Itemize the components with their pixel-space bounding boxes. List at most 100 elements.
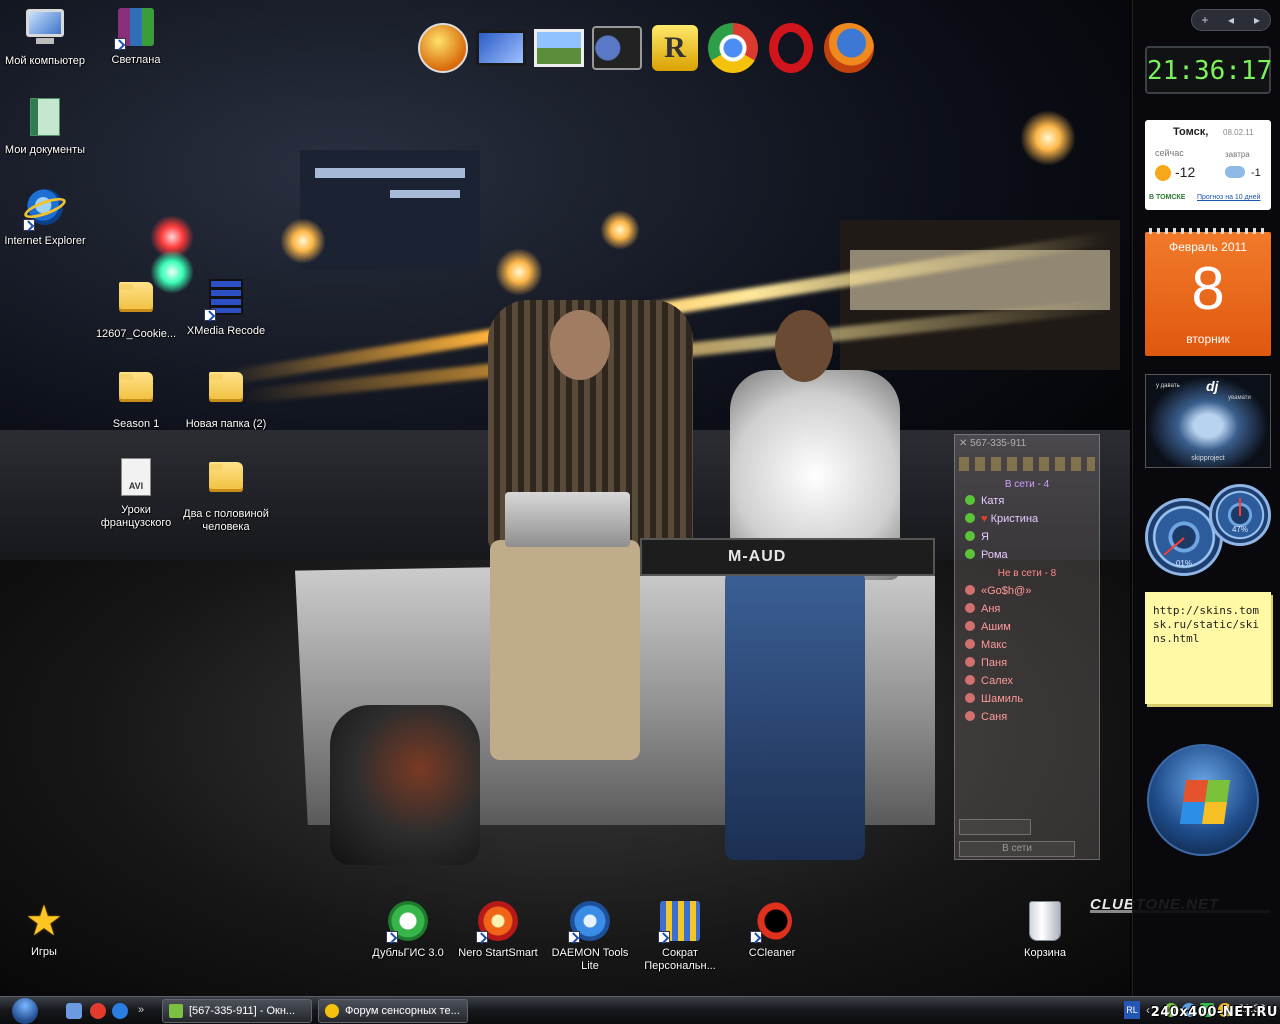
- desktop-icon-ccleaner[interactable]: CCleaner: [726, 900, 818, 960]
- slideshow-caption: у давать: [1156, 383, 1180, 389]
- desktop-icon-folder-cookie[interactable]: 12607_Cookie...: [90, 276, 182, 341]
- dock-r-app[interactable]: R: [648, 20, 702, 76]
- flower-online-icon: [965, 531, 975, 541]
- desktop-icon-svetlana[interactable]: Светлана: [90, 6, 182, 67]
- shortcut-arrow-icon: [23, 219, 35, 231]
- icq-main-menu-button[interactable]: [959, 819, 1031, 835]
- memory-meter-gauge[interactable]: 47%: [1209, 484, 1271, 546]
- icq-contact-online[interactable]: ♥ Кристина: [965, 513, 1038, 529]
- dock-firefox[interactable]: [822, 20, 876, 76]
- clock-gadget[interactable]: 21:36:17: [1145, 46, 1272, 94]
- desktop-icon-french-lessons[interactable]: AVI Уроки французского: [90, 456, 182, 530]
- desktop-icon-daemon-tools[interactable]: DAEMON Tools Lite: [544, 900, 636, 973]
- icq-contact-offline[interactable]: Аня: [965, 603, 1000, 619]
- dock-yandex[interactable]: [416, 20, 470, 76]
- icq-contact-offline[interactable]: Паня: [965, 657, 1007, 673]
- desktop-icon-my-documents[interactable]: Мои документы: [0, 96, 91, 157]
- shortcut-arrow-icon: [750, 931, 762, 943]
- video-app-icon: [204, 279, 246, 321]
- folder-icon: [116, 372, 156, 414]
- weather-gadget[interactable]: Томск, 08.02.11 сейчас завтра -12 -1 В Т…: [1145, 120, 1271, 210]
- shortcut-arrow-icon: [658, 931, 670, 943]
- flower-offline-icon: [965, 621, 975, 631]
- sticky-note-gadget[interactable]: http://skins.tomsk.ru/static/skins.html: [1145, 592, 1271, 704]
- sidebar-add-gadget-button[interactable]: +: [1192, 13, 1218, 27]
- desktop-icon-folder-season-1[interactable]: Season 1: [90, 366, 182, 431]
- icq-contact-offline[interactable]: Макс: [965, 639, 1007, 655]
- task-label: Форум сенсорных те...: [345, 1005, 460, 1017]
- icq-group-online[interactable]: В сети - 4: [955, 479, 1099, 490]
- desktop-icon-internet-explorer[interactable]: Internet Explorer: [0, 186, 91, 248]
- taskbar: » [567-335-911] - Окн... Форум сенсорных…: [0, 996, 1280, 1024]
- gauge-value: 47%: [1231, 525, 1248, 534]
- slideshow-gadget[interactable]: у давать dj увамати skipproject: [1145, 374, 1271, 468]
- desktop-icon-my-computer[interactable]: Мой компьютер: [0, 6, 91, 68]
- folder-icon: [116, 282, 156, 324]
- icq-contact-online[interactable]: Рома: [965, 549, 1008, 565]
- wallpaper-midi-keyboard: [640, 538, 935, 576]
- icq-title: ✕ 567-335-911: [959, 438, 1027, 449]
- flower-offline-icon: [965, 711, 975, 721]
- desktop-icon-xmedia-recode[interactable]: XMedia Recode: [180, 276, 272, 338]
- desktop-icon-folder-two-and-a-half-men[interactable]: Два с половиной человека: [180, 456, 272, 534]
- taskbar-button-icq[interactable]: [567-335-911] - Окн...: [162, 999, 312, 1023]
- quick-launch-app-icon[interactable]: [90, 1003, 106, 1019]
- flower-offline-icon: [965, 603, 975, 613]
- weather-forecast-link[interactable]: Прогноз на 10 дней: [1197, 194, 1260, 201]
- desktop-icon-sokrat[interactable]: Сократ Персональн...: [634, 900, 726, 973]
- weather-now-temp: -12: [1175, 164, 1196, 180]
- calendar-month: Февраль 2011: [1169, 240, 1247, 254]
- windows-flag-icon: [1179, 780, 1231, 824]
- calendar-weekday: вторник: [1186, 332, 1230, 346]
- dock-opera[interactable]: [764, 20, 818, 76]
- desktop-icon-games[interactable]: ★ Игры: [0, 900, 90, 959]
- dock-photo-viewer[interactable]: [532, 20, 586, 76]
- show-desktop-icon[interactable]: [66, 1003, 82, 1019]
- icq-contact-offline[interactable]: Ашим: [965, 621, 1011, 637]
- icq-contact-offline[interactable]: Салех: [965, 675, 1013, 691]
- icq-contact-name: Я: [981, 531, 989, 543]
- desktop-icon-dublgis[interactable]: ДубльГИС 3.0: [362, 900, 454, 960]
- desktop-icon-nero[interactable]: Nero StartSmart: [452, 900, 544, 960]
- weather-tomorrow-temp: -1: [1251, 167, 1261, 179]
- sidebar-prev-button[interactable]: ◂: [1218, 13, 1244, 27]
- wallpaper-laptop: [505, 492, 630, 547]
- chevron-right-icon[interactable]: »: [138, 1003, 148, 1019]
- dock-speakers[interactable]: [590, 20, 644, 76]
- desktop-icon-label: CCleaner: [748, 947, 796, 959]
- icq-group-offline[interactable]: Не в сети - 8: [955, 568, 1099, 579]
- calendar-gadget[interactable]: Февраль 2011 8 вторник: [1145, 228, 1271, 356]
- icq-contact-online[interactable]: Катя: [965, 495, 1004, 511]
- flower-offline-icon: [965, 657, 975, 667]
- icq-contact-offline[interactable]: «Go$h@»: [965, 585, 1031, 601]
- flower-offline-icon: [965, 693, 975, 703]
- internet-explorer-icon[interactable]: [112, 1003, 128, 1019]
- desktop-icon-recycle-bin[interactable]: Корзина: [999, 900, 1091, 960]
- dublgis-icon: [386, 901, 428, 943]
- icq-contact-offline[interactable]: Шамиль: [965, 693, 1023, 709]
- star-icon: ★: [25, 897, 63, 944]
- dock-chrome[interactable]: [706, 20, 760, 76]
- icq-contact-offline[interactable]: Саня: [965, 711, 1007, 727]
- icq-contact-name: Рома: [981, 549, 1008, 561]
- wallpaper-street-light: [1020, 110, 1076, 166]
- dock-video-editor[interactable]: [474, 20, 528, 76]
- desktop-icon-label: 12607_Cookie...: [95, 328, 177, 340]
- firefox-icon: [824, 23, 874, 73]
- sidebar-controls: + ◂ ▸: [1191, 9, 1271, 31]
- icq-contact-list-window[interactable]: ✕ 567-335-911 В сети - 4 Катя ♥ Кристина…: [954, 434, 1100, 860]
- icq-toolbar[interactable]: [959, 457, 1095, 471]
- icq-contact-online[interactable]: Я: [965, 531, 989, 547]
- icq-contact-name: Салех: [981, 675, 1013, 687]
- desktop-icon-label: Два с половиной человека: [183, 508, 269, 533]
- start-button[interactable]: [4, 997, 44, 1024]
- language-indicator[interactable]: RL: [1124, 1001, 1140, 1019]
- flower-offline-icon: [965, 675, 975, 685]
- flower-offline-icon: [965, 639, 975, 649]
- icq-status-button[interactable]: В сети: [959, 841, 1075, 857]
- taskbar-button-chrome-forum[interactable]: Форум сенсорных те...: [318, 999, 468, 1023]
- sidebar-next-button[interactable]: ▸: [1244, 13, 1270, 27]
- desktop-icon-folder-new-2[interactable]: Новая папка (2): [180, 366, 272, 431]
- nero-icon: [476, 901, 518, 943]
- slideshow-tag: увамати: [1228, 395, 1251, 401]
